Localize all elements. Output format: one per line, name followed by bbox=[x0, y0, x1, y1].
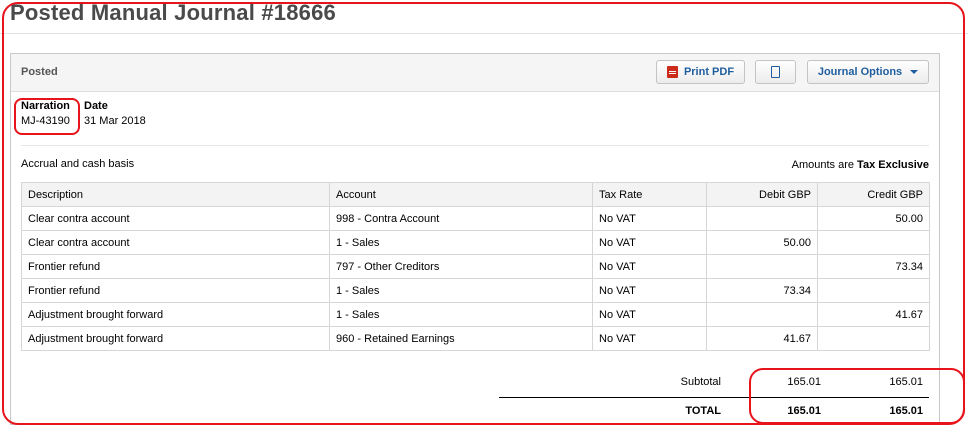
row-tax-rate: No VAT bbox=[592, 278, 707, 303]
amounts-value: Tax Exclusive bbox=[857, 159, 929, 171]
journal-options-button[interactable]: Journal Options bbox=[807, 60, 929, 84]
row-debit: 50.00 bbox=[706, 230, 818, 255]
table-row: Adjustment brought forward 1 - Sales No … bbox=[21, 302, 930, 327]
narration-label: Narration bbox=[21, 100, 70, 112]
status-label: Posted bbox=[21, 66, 58, 78]
caret-down-icon bbox=[910, 70, 919, 74]
table-header-row: Description Account Tax Rate Debit GBP C… bbox=[21, 182, 930, 207]
amounts-prefix: Amounts are bbox=[791, 159, 854, 171]
date-value: 31 Mar 2018 bbox=[84, 115, 146, 127]
row-debit: 73.34 bbox=[706, 278, 818, 303]
table-row: Frontier refund 797 - Other Creditors No… bbox=[21, 254, 930, 279]
print-pdf-button[interactable]: Print PDF bbox=[656, 60, 745, 84]
row-tax-rate: No VAT bbox=[592, 302, 707, 327]
row-description: Frontier refund bbox=[21, 278, 330, 303]
row-account: 998 - Contra Account bbox=[329, 206, 593, 231]
col-tax-rate: Tax Rate bbox=[592, 182, 707, 207]
col-debit: Debit GBP bbox=[706, 182, 818, 207]
table-row: Clear contra account 998 - Contra Accoun… bbox=[21, 206, 930, 231]
row-tax-rate: No VAT bbox=[592, 230, 707, 255]
copy-button[interactable] bbox=[755, 60, 796, 84]
row-description: Adjustment brought forward bbox=[21, 302, 330, 327]
row-description: Clear contra account bbox=[21, 230, 330, 255]
row-debit: 41.67 bbox=[706, 326, 818, 351]
journal-lines-table: Description Account Tax Rate Debit GBP C… bbox=[21, 182, 930, 351]
panel-header: Posted Print PDF Journal Options bbox=[11, 54, 939, 92]
row-credit bbox=[817, 230, 930, 255]
row-account: 1 - Sales bbox=[329, 302, 593, 327]
row-credit: 50.00 bbox=[817, 206, 930, 231]
row-account: 797 - Other Creditors bbox=[329, 254, 593, 279]
row-debit bbox=[706, 302, 818, 327]
journal-options-label: Journal Options bbox=[817, 66, 903, 78]
row-debit bbox=[706, 206, 818, 231]
row-tax-rate: No VAT bbox=[592, 206, 707, 231]
total-debit: 165.01 bbox=[787, 405, 821, 417]
title-divider bbox=[0, 33, 968, 34]
table-row: Adjustment brought forward 960 - Retaine… bbox=[21, 326, 930, 351]
total-credit: 165.01 bbox=[889, 405, 923, 417]
row-credit: 73.34 bbox=[817, 254, 930, 279]
meta-divider bbox=[21, 145, 929, 146]
col-credit: Credit GBP bbox=[817, 182, 930, 207]
subtotal-debit: 165.01 bbox=[787, 376, 821, 388]
total-label: TOTAL bbox=[685, 405, 721, 417]
page-title: Posted Manual Journal #18666 bbox=[10, 0, 336, 25]
narration-value: MJ-43190 bbox=[21, 115, 70, 127]
row-account: 1 - Sales bbox=[329, 230, 593, 255]
row-description: Frontier refund bbox=[21, 254, 330, 279]
row-account: 1 - Sales bbox=[329, 278, 593, 303]
row-description: Adjustment brought forward bbox=[21, 326, 330, 351]
journal-panel: Posted Print PDF Journal Options Narrati… bbox=[10, 53, 940, 425]
row-account: 960 - Retained Earnings bbox=[329, 326, 593, 351]
row-credit: 41.67 bbox=[817, 302, 930, 327]
row-debit bbox=[706, 254, 818, 279]
date-label: Date bbox=[84, 100, 108, 112]
subtotal-credit: 165.01 bbox=[889, 376, 923, 388]
row-description: Clear contra account bbox=[21, 206, 330, 231]
table-row: Clear contra account 1 - Sales No VAT 50… bbox=[21, 230, 930, 255]
row-credit bbox=[817, 326, 930, 351]
col-account: Account bbox=[329, 182, 593, 207]
pdf-icon bbox=[666, 66, 678, 78]
subtotal-label: Subtotal bbox=[680, 376, 721, 388]
row-credit bbox=[817, 278, 930, 303]
totals-divider bbox=[499, 397, 929, 398]
col-description: Description bbox=[21, 182, 330, 207]
table-row: Frontier refund 1 - Sales No VAT 73.34 bbox=[21, 278, 930, 303]
print-pdf-label: Print PDF bbox=[683, 66, 735, 78]
basis-text: Accrual and cash basis bbox=[21, 158, 135, 170]
amounts-are: Amounts are Tax Exclusive bbox=[792, 159, 929, 171]
row-tax-rate: No VAT bbox=[592, 326, 707, 351]
copy-icon bbox=[771, 66, 780, 78]
row-tax-rate: No VAT bbox=[592, 254, 707, 279]
